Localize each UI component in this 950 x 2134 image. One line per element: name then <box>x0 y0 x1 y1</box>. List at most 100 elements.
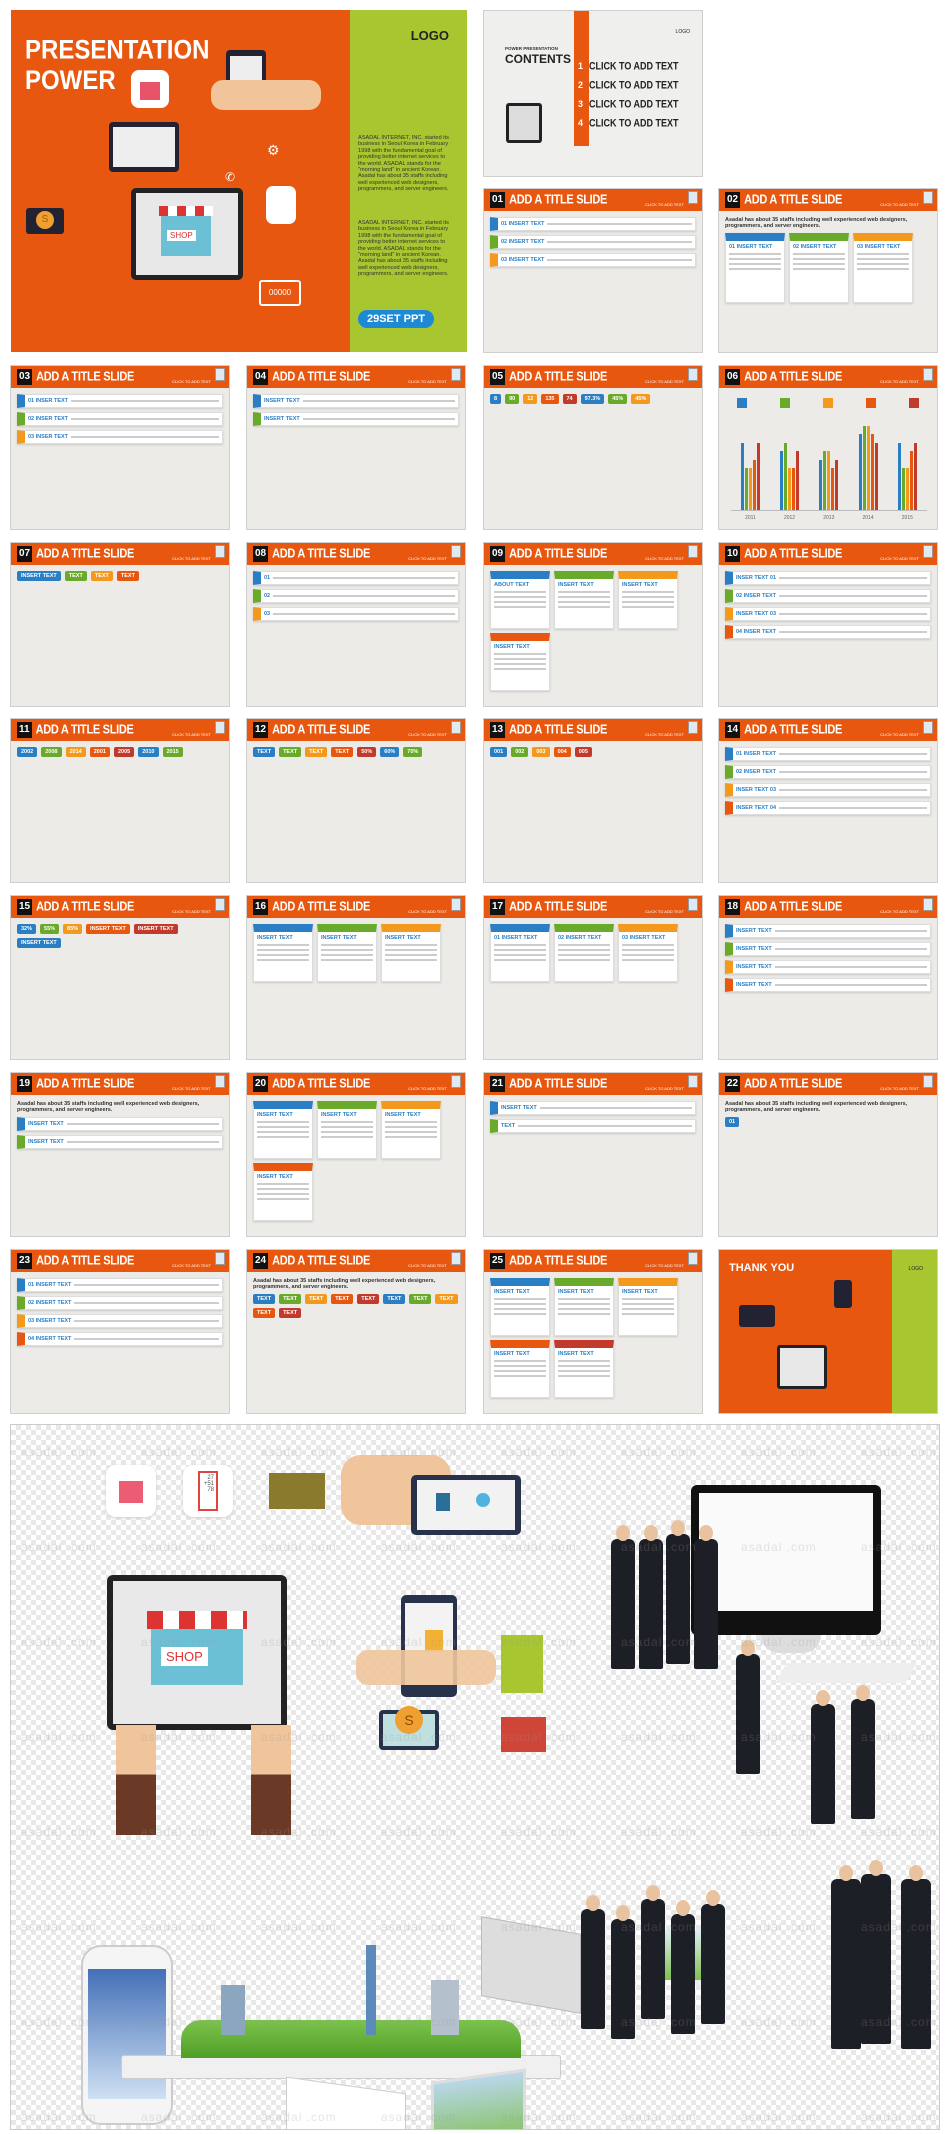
slide-item-row[interactable]: 02 INSER TEXT <box>725 589 931 603</box>
contents-item[interactable]: 3 CLICK TO ADD TEXT <box>578 98 679 110</box>
slide-10[interactable]: 10 ADD A TITLE SLIDE CLICK TO ADD TEXT INSE… <box>718 542 938 707</box>
slide-25[interactable]: 25 ADD A TITLE SLIDE CLICK TO ADD TEXT INSE… <box>483 1249 703 1414</box>
slide-item[interactable]: TEXT <box>409 1294 432 1304</box>
slide-item[interactable]: TEXT <box>116 571 139 581</box>
contents-item[interactable]: 1 CLICK TO ADD TEXT <box>578 60 679 72</box>
slide-item-row[interactable]: INSERT TEXT <box>725 924 931 938</box>
slide-01[interactable]: 01 ADD A TITLE SLIDE CLICK TO ADD TEXT 01 I… <box>483 188 703 353</box>
slide-item-card[interactable]: INSERT TEXT <box>381 924 441 982</box>
slide-14[interactable]: 14 ADD A TITLE SLIDE CLICK TO ADD TEXT 01 I… <box>718 718 938 883</box>
slide-item-row[interactable]: INSERT TEXT <box>725 942 931 956</box>
slide-02[interactable]: 02 ADD A TITLE SLIDE CLICK TO ADD TEXT Asad… <box>718 188 938 353</box>
slide-item-card[interactable]: 01 INSERT TEXT <box>490 924 550 982</box>
slide-item[interactable]: 004 <box>553 747 571 757</box>
slide-item[interactable]: 12 <box>523 394 538 404</box>
slide-item-row[interactable]: 01 INSER TEXT <box>725 747 931 761</box>
slide-item-row[interactable]: 04 INSERT TEXT <box>17 1332 223 1346</box>
slide-13[interactable]: 13 ADD A TITLE SLIDE CLICK TO ADD TEXT 001 0… <box>483 718 703 883</box>
slide-item[interactable]: 45% <box>631 394 651 404</box>
slide-item-card[interactable]: INSERT TEXT <box>618 1278 678 1336</box>
slide-24[interactable]: 24 ADD A TITLE SLIDE CLICK TO ADD TEXT Asad… <box>246 1249 466 1414</box>
slide-item-row[interactable]: INSER TEXT 01 <box>725 571 931 585</box>
slide-item-card[interactable]: INSERT TEXT <box>381 1101 441 1159</box>
slide-item-row[interactable]: 01 <box>253 571 459 585</box>
slide-item-card[interactable]: INSERT TEXT <box>317 924 377 982</box>
slide-04[interactable]: 04 ADD A TITLE SLIDE CLICK TO ADD TEXT INSE… <box>246 365 466 530</box>
slide-item-row[interactable]: 02 INSERT TEXT <box>490 235 696 249</box>
slide-item[interactable]: INSERT TEXT <box>17 571 61 581</box>
slide-item[interactable]: 32% <box>17 924 37 934</box>
slide-item[interactable]: TEXT <box>64 571 87 581</box>
slide-item-row[interactable]: INSER TEXT 04 <box>725 801 931 815</box>
slide-item[interactable]: TEXT <box>305 747 328 757</box>
slide-item-card[interactable]: INSERT TEXT <box>490 633 550 691</box>
slide-item-card[interactable]: 02 INSERT TEXT <box>789 233 849 303</box>
cover-slide[interactable]: LOGO ASADAL INTERNET, INC. started its b… <box>11 10 467 352</box>
slide-03[interactable]: 03 ADD A TITLE SLIDE CLICK TO ADD TEXT 01 I… <box>10 365 230 530</box>
slide-item[interactable]: 90 <box>505 394 520 404</box>
slide-item[interactable]: 85% <box>63 924 83 934</box>
slide-item[interactable]: 003 <box>532 747 550 757</box>
slide-item-row[interactable]: 03 <box>253 607 459 621</box>
slide-22[interactable]: 22 ADD A TITLE SLIDE CLICK TO ADD TEXT Asad… <box>718 1072 938 1237</box>
slide-item-card[interactable]: INSERT TEXT <box>253 1163 313 1221</box>
slide-item-card[interactable]: INSERT TEXT <box>253 1101 313 1159</box>
slide-item-card[interactable]: INSERT TEXT <box>490 1278 550 1336</box>
slide-item-row[interactable]: INSERT TEXT <box>725 978 931 992</box>
slide-item[interactable]: TEXT <box>305 1294 328 1304</box>
slide-item[interactable]: TEXT <box>253 1294 276 1304</box>
contents-slide[interactable]: POWER PRESENTATION CONTENTS LOGO 1 CLICK … <box>483 10 703 177</box>
slide-item[interactable]: TEXT <box>435 1294 458 1304</box>
slide-item-row[interactable]: INSERT TEXT <box>490 1101 696 1115</box>
slide-item-row[interactable]: 03 INSERT TEXT <box>490 253 696 267</box>
slide-15[interactable]: 15 ADD A TITLE SLIDE CLICK TO ADD TEXT 32% 5… <box>10 895 230 1060</box>
slide-item[interactable]: 005 <box>574 747 592 757</box>
slide-item[interactable]: INSERT TEXT <box>133 924 178 934</box>
slide-item[interactable]: TEXT <box>279 747 302 757</box>
slide-item[interactable]: 2008 <box>41 747 62 757</box>
slide-item[interactable]: 70% <box>403 747 423 757</box>
slide-item-card[interactable]: INSERT TEXT <box>554 1278 614 1336</box>
slide-item[interactable]: TEXT <box>279 1294 302 1304</box>
slide-item-row[interactable]: 02 INSERT TEXT <box>17 1296 223 1310</box>
slide-16[interactable]: 16 ADD A TITLE SLIDE CLICK TO ADD TEXT INSE… <box>246 895 466 1060</box>
slide-07[interactable]: 07 ADD A TITLE SLIDE CLICK TO ADD TEXT INSE… <box>10 542 230 707</box>
slide-item-row[interactable]: INSERT TEXT <box>253 412 459 426</box>
slide-item-card[interactable]: INSERT TEXT <box>253 924 313 982</box>
slide-item[interactable]: 135 <box>541 394 559 404</box>
slide-23[interactable]: 23 ADD A TITLE SLIDE CLICK TO ADD TEXT 01 I… <box>10 1249 230 1414</box>
slide-item-row[interactable]: 03 INSER TEXT <box>17 430 223 444</box>
slide-item-card[interactable]: INSERT TEXT <box>554 571 614 629</box>
slide-item-card[interactable]: 02 INSERT TEXT <box>554 924 614 982</box>
slide-item-card[interactable]: 01 INSERT TEXT <box>725 233 785 303</box>
slide-item-row[interactable]: INSER TEXT 03 <box>725 783 931 797</box>
slide-item-row[interactable]: 04 INSER TEXT <box>725 625 931 639</box>
slide-item[interactable]: 8 <box>490 394 502 404</box>
slide-item-card[interactable]: INSERT TEXT <box>618 571 678 629</box>
slide-item-row[interactable]: 03 INSERT TEXT <box>17 1314 223 1328</box>
slide-item[interactable]: 60% <box>380 747 400 757</box>
slide-09[interactable]: 09 ADD A TITLE SLIDE CLICK TO ADD TEXT ABOU… <box>483 542 703 707</box>
slide-19[interactable]: 19 ADD A TITLE SLIDE CLICK TO ADD TEXT Asad… <box>10 1072 230 1237</box>
slide-item[interactable]: TEXT <box>331 1294 354 1304</box>
slide-item-row[interactable]: INSERT TEXT <box>17 1117 223 1131</box>
slide-item-card[interactable]: INSERT TEXT <box>554 1340 614 1398</box>
slide-item[interactable]: TEXT <box>383 1294 406 1304</box>
slide-item[interactable]: 74 <box>562 394 577 404</box>
slide-item[interactable]: 45% <box>608 394 628 404</box>
slide-item[interactable]: TEXT <box>253 747 276 757</box>
slide-18[interactable]: 18 ADD A TITLE SLIDE CLICK TO ADD TEXT INSE… <box>718 895 938 1060</box>
slide-item[interactable]: 97.3% <box>580 394 605 404</box>
slide-item[interactable]: TEXT <box>253 1308 276 1318</box>
slide-item-row[interactable]: 02 INSER TEXT <box>725 765 931 779</box>
slide-05[interactable]: 05 ADD A TITLE SLIDE CLICK TO ADD TEXT 8 90 1… <box>483 365 703 530</box>
slide-item[interactable]: 55% <box>40 924 60 934</box>
slide-item[interactable]: 2005 <box>114 747 135 757</box>
slide-12[interactable]: 12 ADD A TITLE SLIDE CLICK TO ADD TEXT TEXT… <box>246 718 466 883</box>
slide-06[interactable]: 06 ADD A TITLE SLIDE CLICK TO ADD TEXT 2011… <box>718 365 938 530</box>
slide-item-row[interactable]: INSER TEXT 03 <box>725 607 931 621</box>
slide-item[interactable]: TEXT <box>90 571 113 581</box>
slide-item-row[interactable]: 01 INSERT TEXT <box>17 1278 223 1292</box>
slide-item-card[interactable]: 03 INSERT TEXT <box>618 924 678 982</box>
slide-item[interactable]: 002 <box>511 747 529 757</box>
